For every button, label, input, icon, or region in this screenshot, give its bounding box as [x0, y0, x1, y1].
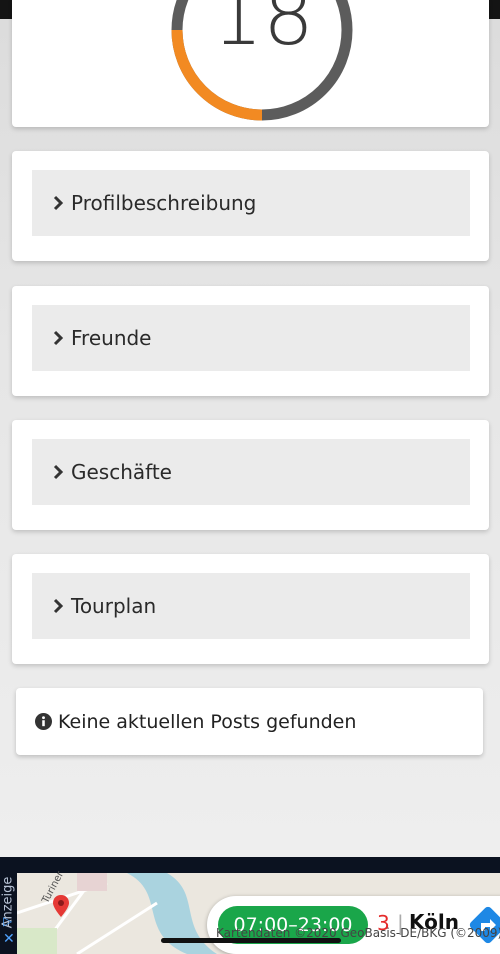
accordion-header-tourplan[interactable]: Tourplan	[32, 573, 470, 639]
section-tourplan: Tourplan	[12, 554, 489, 664]
section-profilbeschreibung: Profilbeschreibung	[12, 151, 489, 261]
accordion-label: Freunde	[71, 326, 152, 350]
section-freunde: Freunde	[12, 286, 489, 396]
chevron-right-icon	[50, 330, 66, 346]
accordion-label: Geschäfte	[71, 460, 172, 484]
chevron-right-icon	[50, 598, 66, 614]
home-indicator	[161, 938, 341, 943]
accordion-header-geschaefte[interactable]: Geschäfte	[32, 439, 470, 505]
ad-info-pill[interactable]: 07:00–23:00 3 | Köln	[207, 896, 500, 954]
ad-sidebar: Anzeige ▷ ✕	[0, 857, 17, 954]
accordion-header-freunde[interactable]: Freunde	[32, 305, 470, 371]
chevron-right-icon	[50, 195, 66, 211]
accordion-header-profilbeschreibung[interactable]: Profilbeschreibung	[32, 170, 470, 236]
chevron-right-icon	[50, 464, 66, 480]
map-pin-icon	[53, 895, 69, 917]
no-posts-text: Keine aktuellen Posts gefunden	[58, 710, 357, 733]
adchoices-icon[interactable]: ▷	[3, 914, 12, 928]
section-geschaefte: Geschäfte	[12, 420, 489, 530]
accordion-label: Tourplan	[71, 594, 157, 618]
accordion-label: Profilbeschreibung	[71, 191, 257, 215]
close-icon[interactable]: ✕	[3, 931, 15, 947]
score-card: 18	[12, 0, 489, 127]
score-value: 18	[212, 0, 314, 63]
no-posts-notice: Keine aktuellen Posts gefunden	[16, 688, 483, 755]
directions-icon[interactable]	[466, 903, 500, 947]
info-icon	[35, 713, 52, 730]
